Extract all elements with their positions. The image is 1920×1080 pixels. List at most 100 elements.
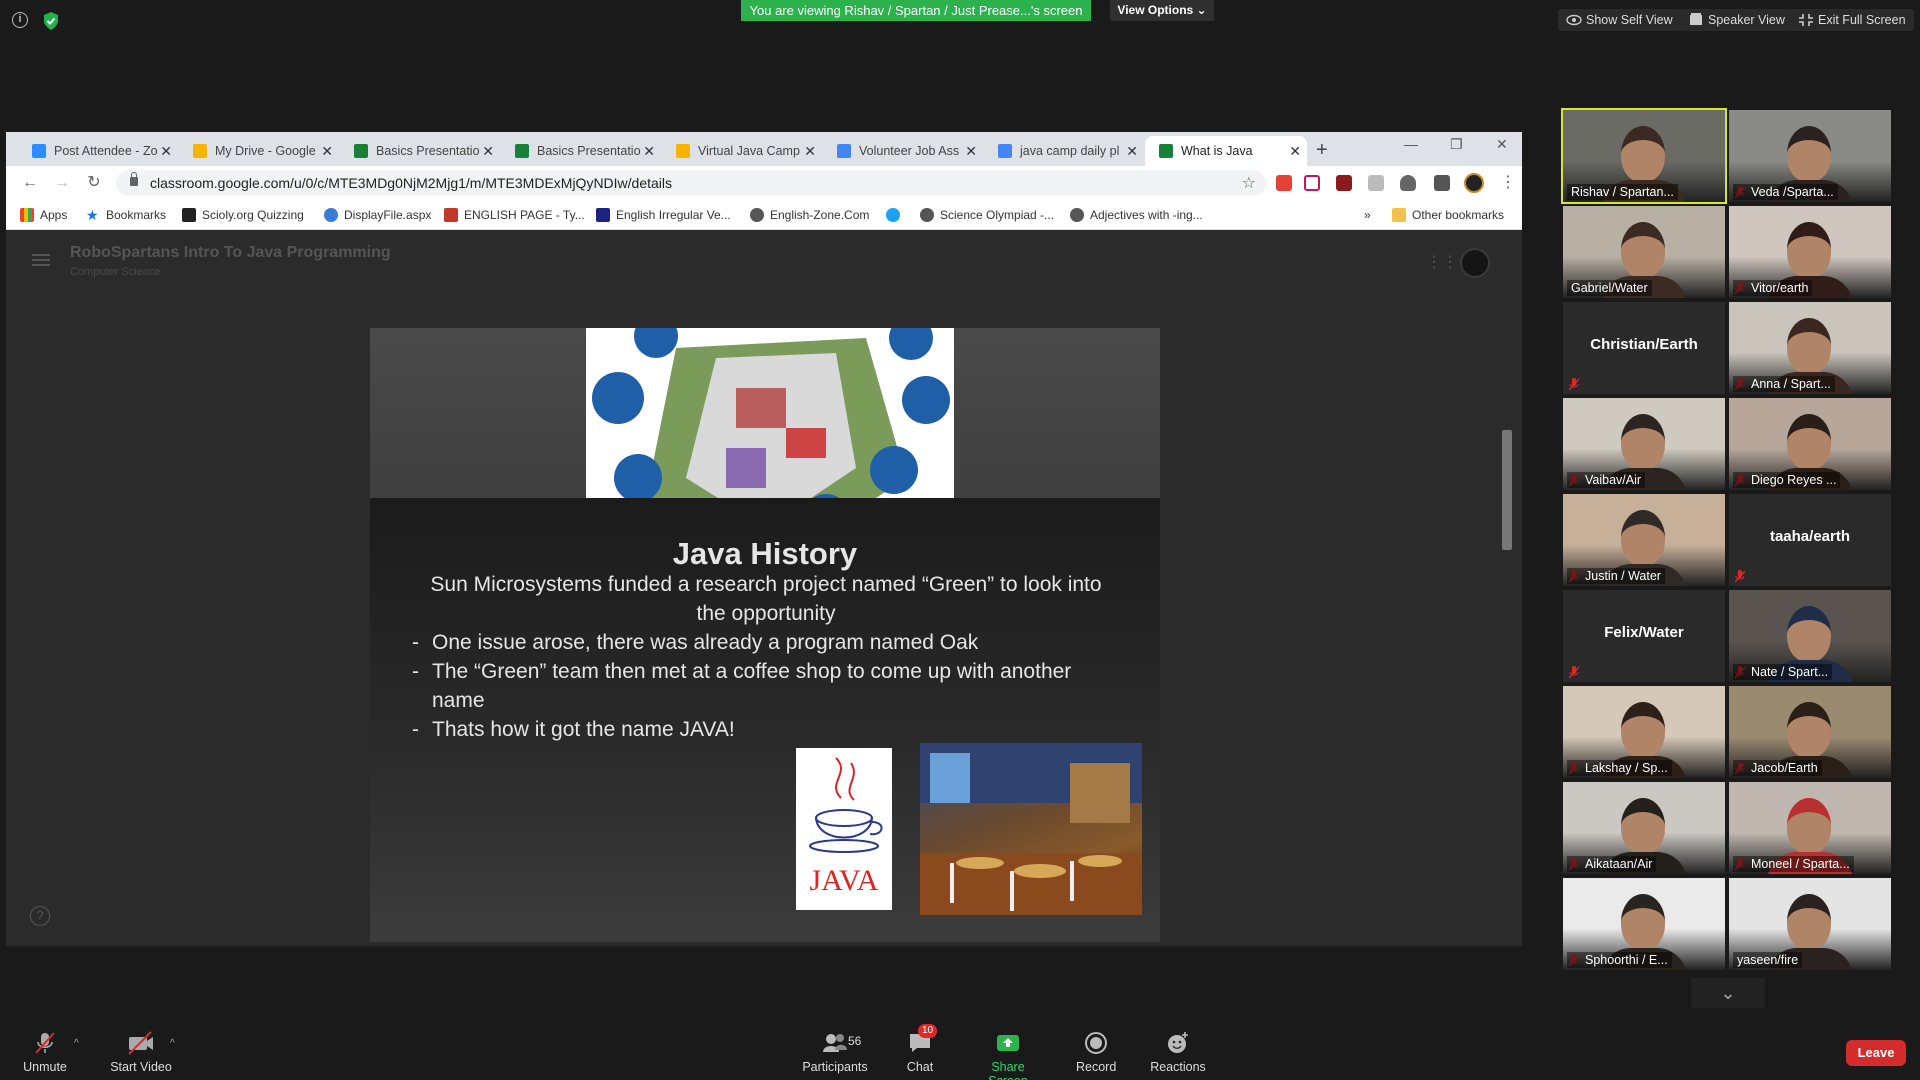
show-self-view-label: Show Self View	[1586, 13, 1673, 27]
video-options-caret-icon[interactable]: ^	[170, 1038, 175, 1049]
tab-close-icon[interactable]: ✕	[643, 136, 655, 166]
start-video-button[interactable]: Start Video	[106, 1030, 176, 1074]
tab-close-icon[interactable]: ✕	[321, 136, 333, 166]
participant-tile[interactable]: Felix/Water	[1563, 590, 1725, 682]
encryption-shield-icon[interactable]	[42, 11, 60, 31]
participant-tile[interactable]: Vaibav/Air	[1563, 398, 1725, 490]
tab-close-icon[interactable]: ✕	[160, 136, 172, 166]
browser-tab[interactable]: Post Attendee - Zo ✕	[18, 136, 178, 166]
participant-tile[interactable]: Aikataan/Air	[1563, 782, 1725, 874]
record-button[interactable]: Record	[1076, 1030, 1116, 1074]
participant-face	[1621, 510, 1665, 566]
gallery-next-page-chevron-down-icon[interactable]: ⌄	[1691, 978, 1765, 1008]
star-icon: ★	[86, 207, 99, 223]
tab-close-icon[interactable]: ✕	[965, 136, 977, 166]
participant-name: Lakshay / Sp...	[1567, 760, 1672, 776]
scrollbar-thumb[interactable]	[1502, 430, 1512, 550]
participant-tile[interactable]: taaha/earth	[1729, 494, 1891, 586]
restore-icon[interactable]: ❐	[1450, 136, 1463, 153]
participant-tile[interactable]: Nate / Spart...	[1729, 590, 1891, 682]
browser-tab-active[interactable]: What is Java ✕	[1145, 136, 1307, 166]
bookmark-english-zone[interactable]: English-Zone.Com	[750, 200, 869, 230]
globe-icon	[324, 208, 338, 222]
participant-tile[interactable]: Gabriel/Water	[1563, 206, 1725, 298]
chat-button[interactable]: 10 Chat	[900, 1024, 940, 1074]
exit-full-screen-button[interactable]: Exit Full Screen	[1790, 9, 1914, 31]
browser-tab[interactable]: Basics Presentatio ✕	[501, 136, 661, 166]
tab-close-icon[interactable]: ✕	[1289, 136, 1301, 166]
bookmark-adjectives[interactable]: Adjectives with -ing...	[1070, 200, 1203, 230]
browser-tab[interactable]: Volunteer Job Ass ✕	[823, 136, 983, 166]
tab-close-icon[interactable]: ✕	[482, 136, 494, 166]
shield-extension-icon[interactable]	[1400, 175, 1416, 191]
profile-avatar-icon[interactable]	[1464, 173, 1484, 193]
bookmark-scioly[interactable]: Scioly.org Quizzing	[182, 200, 304, 230]
view-options-label: View Options	[1117, 3, 1194, 17]
reactions-label: Reactions	[1150, 1060, 1206, 1074]
participant-face	[1787, 894, 1831, 950]
participant-name: Veda /Sparta...	[1733, 184, 1838, 200]
bookmark-label: Scioly.org Quizzing	[202, 208, 304, 222]
extension-icon[interactable]	[1368, 175, 1384, 191]
bookmark-science-olympiad[interactable]: Science Olympiad -...	[920, 200, 1054, 230]
participant-tile[interactable]: Justin / Water	[1563, 494, 1725, 586]
leave-button[interactable]: Leave	[1846, 1040, 1906, 1066]
close-window-icon[interactable]: ✕	[1496, 136, 1508, 153]
bookmark-displayfile[interactable]: DisplayFile.aspx	[324, 200, 431, 230]
account-avatar[interactable]	[1460, 248, 1490, 278]
bookmark-twitter[interactable]	[886, 200, 906, 230]
view-options-button[interactable]: View Options ⌄	[1110, 0, 1214, 21]
reload-icon[interactable]: ↻	[84, 173, 104, 193]
help-icon[interactable]: ?	[30, 906, 50, 926]
reactions-button[interactable]: Reactions	[1148, 1030, 1208, 1074]
lock-icon	[130, 172, 138, 186]
participant-tile[interactable]: Sphoorthi / E...	[1563, 878, 1725, 970]
speaker-view-button[interactable]: Speaker View	[1680, 9, 1793, 31]
participant-tile[interactable]: yaseen/fire	[1729, 878, 1891, 970]
browser-tab[interactable]: My Drive - Google ✕	[179, 136, 339, 166]
forward-arrow-icon[interactable]: →	[52, 173, 72, 193]
show-self-view-button[interactable]: Show Self View	[1558, 9, 1681, 31]
bookmark-apps[interactable]: Apps	[20, 200, 67, 230]
new-tab-button[interactable]: +	[1316, 136, 1328, 164]
participant-tile[interactable]: Veda /Sparta...	[1729, 110, 1891, 202]
browser-tab[interactable]: Basics Presentatio ✕	[340, 136, 500, 166]
drive-favicon-icon	[676, 144, 690, 158]
minimize-icon[interactable]: —	[1404, 136, 1418, 152]
participant-tile[interactable]: Lakshay / Sp...	[1563, 686, 1725, 778]
bookmark-english-page[interactable]: ENGLISH PAGE - Ty...	[444, 200, 585, 230]
participant-face	[1787, 798, 1831, 854]
meeting-info-icon[interactable]: i	[12, 12, 28, 28]
participant-tile[interactable]: Diego Reyes ...	[1729, 398, 1891, 490]
unmute-button[interactable]: Unmute	[20, 1030, 70, 1074]
participant-tile[interactable]: Christian/Earth	[1563, 302, 1725, 394]
apps-grid-icon[interactable]: ⋮⋮⋮	[1426, 254, 1474, 272]
extension-icon[interactable]	[1276, 175, 1292, 191]
bookmark-bookmarks[interactable]: ★ Bookmarks	[86, 200, 166, 230]
participants-button[interactable]: 56 Participants	[800, 1030, 870, 1074]
bookmark-star-icon[interactable]: ☆	[1242, 173, 1256, 193]
pocket-extension-icon[interactable]	[1304, 175, 1320, 191]
participant-tile[interactable]: Anna / Spart...	[1729, 302, 1891, 394]
audio-options-caret-icon[interactable]: ^	[74, 1038, 79, 1049]
slide-bullet: One issue arose, there was already a pro…	[412, 628, 1112, 657]
share-screen-button[interactable]: Share Screen	[970, 1030, 1046, 1080]
back-arrow-icon[interactable]: ←	[20, 173, 40, 193]
tab-close-icon[interactable]: ✕	[804, 136, 816, 166]
puzzle-extensions-icon[interactable]	[1434, 175, 1450, 191]
browser-tab[interactable]: Virtual Java Camp ✕	[662, 136, 822, 166]
menu-icon[interactable]	[32, 254, 50, 266]
twitter-icon	[886, 208, 900, 222]
participant-tile[interactable]: Jacob/Earth	[1729, 686, 1891, 778]
bookmark-other[interactable]: Other bookmarks	[1392, 200, 1504, 230]
more-vertical-icon[interactable]: ⋮	[1498, 173, 1518, 193]
browser-tab[interactable]: java camp daily pl ✕	[984, 136, 1144, 166]
bookmarks-overflow-icon[interactable]: »	[1364, 200, 1371, 230]
bookmark-irregular-verbs[interactable]: English Irregular Ve...	[596, 200, 731, 230]
participant-tile[interactable]: Vitor/earth	[1729, 206, 1891, 298]
participant-tile[interactable]: Moneel / Sparta...	[1729, 782, 1891, 874]
url-field[interactable]: classroom.google.com/u/0/c/MTE3MDg0NjM2M…	[116, 170, 1266, 196]
participant-tile[interactable]: Rishav / Spartan...	[1561, 108, 1727, 204]
tab-close-icon[interactable]: ✕	[1126, 136, 1138, 166]
pdf-extension-icon[interactable]	[1336, 175, 1352, 191]
